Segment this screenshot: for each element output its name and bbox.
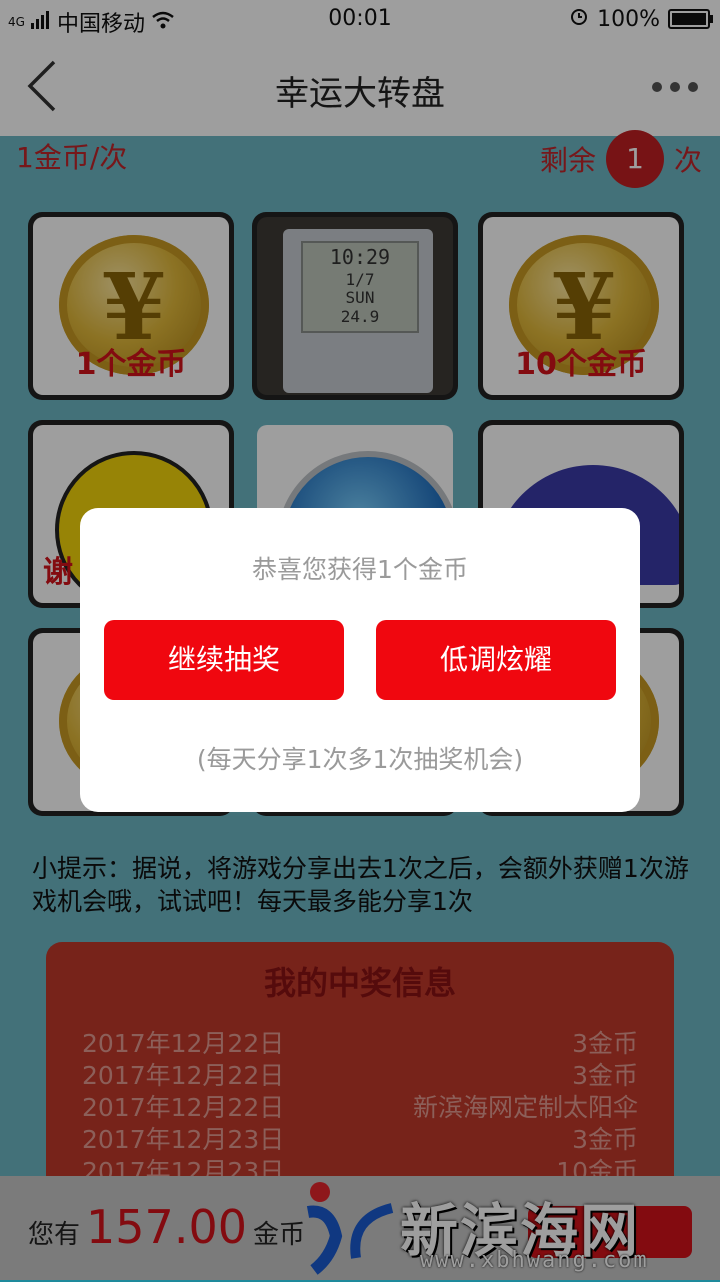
result-message: 恭喜您获得1个金币 xyxy=(252,555,468,584)
share-button[interactable]: 低调炫耀 xyxy=(376,620,616,700)
continue-draw-button[interactable]: 继续抽奖 xyxy=(104,620,344,700)
result-dialog: 恭喜您获得1个金币 继续抽奖 低调炫耀 (每天分享1次多1次抽奖机会) xyxy=(80,508,640,812)
share-note: (每天分享1次多1次抽奖机会) xyxy=(196,745,524,774)
